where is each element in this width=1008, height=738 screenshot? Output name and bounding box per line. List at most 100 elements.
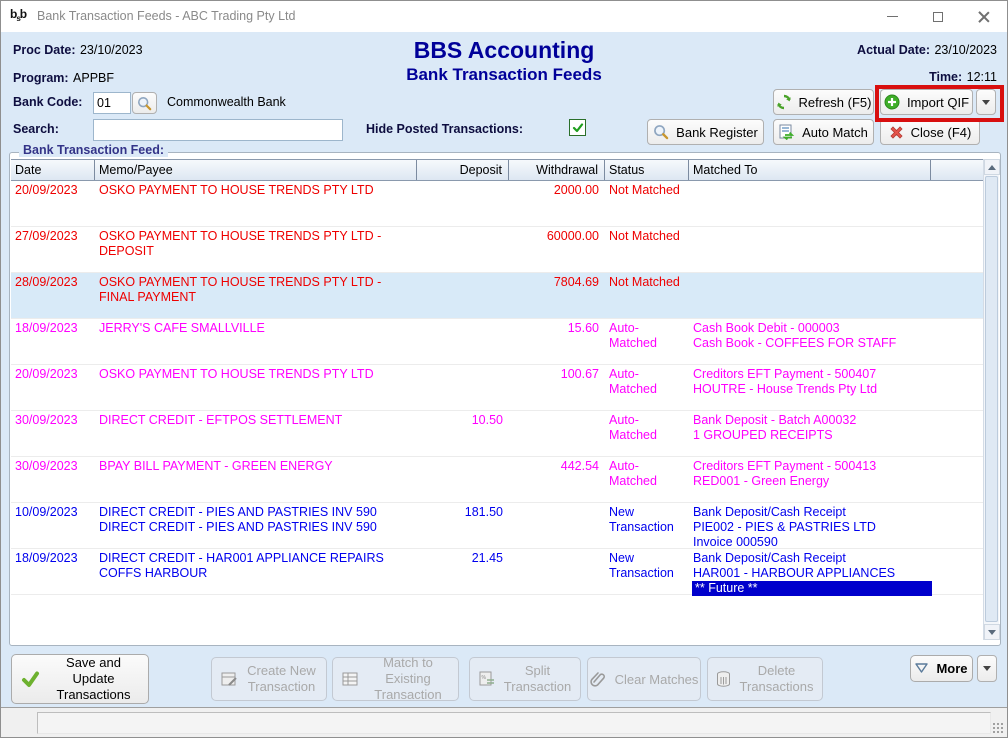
cell-withdrawal — [509, 549, 605, 594]
table-row[interactable]: 30/09/2023BPAY BILL PAYMENT - GREEN ENER… — [11, 457, 985, 503]
auto-match-button[interactable]: Auto Match — [773, 119, 874, 145]
table-row[interactable]: 30/09/2023DIRECT CREDIT - EFTPOS SETTLEM… — [11, 411, 985, 457]
hide-posted-label: Hide Posted Transactions: — [366, 122, 523, 136]
table-header: DateMemo/PayeeDepositWithdrawalStatusMat… — [11, 159, 985, 181]
table-row[interactable]: 28/09/2023OSKO PAYMENT TO HOUSE TRENDS P… — [11, 273, 985, 319]
status-panel — [37, 712, 991, 734]
cell-withdrawal: 15.60 — [509, 319, 605, 364]
refresh-label: Refresh (F5) — [799, 95, 872, 110]
status-bar — [1, 707, 1007, 737]
delete-transactions-button[interactable]: Delete Transactions — [707, 657, 823, 701]
magnifier-icon — [137, 96, 152, 111]
cell-withdrawal: 442.54 — [509, 457, 605, 502]
clear-matches-button[interactable]: Clear Matches — [587, 657, 701, 701]
close-f4-label: Close (F4) — [911, 125, 972, 140]
refresh-button[interactable]: Refresh (F5) — [773, 89, 874, 115]
table-row[interactable]: 10/09/2023DIRECT CREDIT - PIES AND PASTR… — [11, 503, 985, 549]
column-header[interactable]: Date — [11, 160, 95, 180]
minimize-button[interactable] — [869, 1, 915, 32]
cell-memo: OSKO PAYMENT TO HOUSE TRENDS PTY LTD - F… — [95, 273, 417, 318]
cell-memo: OSKO PAYMENT TO HOUSE TRENDS PTY LTD - D… — [95, 227, 417, 272]
cell-matched-to: Bank Deposit/Cash ReceiptHAR001 - HARBOU… — [689, 549, 931, 594]
cell-withdrawal — [509, 503, 605, 548]
maximize-button[interactable] — [915, 1, 961, 32]
save-and-update-button[interactable]: Save and Update Transactions — [11, 654, 149, 704]
column-header[interactable]: Withdrawal — [509, 160, 605, 180]
cell-deposit — [417, 227, 509, 272]
match-to-existing-button[interactable]: Match to Existing Transaction — [332, 657, 459, 701]
save-and-update-label: Save and Update Transactions — [48, 655, 140, 703]
window-title: Bank Transaction Feeds - ABC Trading Pty… — [37, 9, 295, 23]
table-row[interactable]: 27/09/2023OSKO PAYMENT TO HOUSE TRENDS P… — [11, 227, 985, 273]
red-x-icon — [889, 125, 904, 140]
auto-match-icon — [779, 124, 795, 140]
cell-withdrawal: 100.67 — [509, 365, 605, 410]
cell-memo: JERRY'S CAFE SMALLVILLE — [95, 319, 417, 364]
vertical-scrollbar[interactable] — [983, 159, 999, 640]
time-label: Time: — [929, 70, 962, 84]
split-transaction-button[interactable]: % Split Transaction — [469, 657, 581, 701]
cell-status: Auto-Matched — [605, 365, 689, 410]
table-row[interactable]: 18/09/2023DIRECT CREDIT - HAR001 APPLIAN… — [11, 549, 985, 595]
table-row[interactable]: 20/09/2023OSKO PAYMENT TO HOUSE TRENDS P… — [11, 181, 985, 227]
bank-code-lookup-button[interactable] — [132, 92, 157, 114]
cell-deposit — [417, 365, 509, 410]
split-icon: % — [479, 671, 496, 688]
trash-icon — [716, 671, 731, 688]
bank-register-button[interactable]: Bank Register — [647, 119, 764, 145]
cell-memo: DIRECT CREDIT - PIES AND PASTRIES INV 59… — [95, 503, 417, 548]
cell-withdrawal: 60000.00 — [509, 227, 605, 272]
cell-date: 30/09/2023 — [11, 411, 95, 456]
cell-date: 20/09/2023 — [11, 181, 95, 226]
cell-date: 10/09/2023 — [11, 503, 95, 548]
cell-matched-to: Cash Book Debit - 000003Cash Book - COFF… — [689, 319, 931, 364]
resize-grip[interactable] — [992, 722, 1004, 734]
cell-status: Auto-Matched — [605, 319, 689, 364]
column-header[interactable]: Matched To — [689, 160, 931, 180]
close-f4-button[interactable]: Close (F4) — [880, 119, 980, 145]
more-button[interactable]: More — [910, 655, 973, 682]
cell-matched-to — [689, 273, 931, 318]
create-new-transaction-button[interactable]: Create New Transaction — [211, 657, 327, 701]
cell-memo: OSKO PAYMENT TO HOUSE TRENDS PTY LTD — [95, 365, 417, 410]
triangle-down-outline-icon — [915, 663, 928, 674]
split-transaction-label: Split Transaction — [504, 663, 572, 695]
create-new-transaction-label: Create New Transaction — [246, 663, 318, 695]
more-label: More — [936, 661, 967, 676]
cell-deposit — [417, 181, 509, 226]
scroll-up-button[interactable] — [984, 159, 1000, 175]
bank-transaction-feed-panel: DateMemo/PayeeDepositWithdrawalStatusMat… — [9, 152, 1001, 646]
match-existing-icon — [342, 671, 359, 688]
actual-date-label: Actual Date: — [857, 43, 930, 57]
bank-transaction-feeds-window: bsb Bank Transaction Feeds - ABC Trading… — [0, 0, 1008, 738]
close-window-button[interactable] — [961, 1, 1007, 32]
column-header[interactable]: Memo/Payee — [95, 160, 417, 180]
bank-code-input[interactable] — [93, 92, 131, 114]
cell-matched-to — [689, 181, 931, 226]
cell-deposit — [417, 273, 509, 318]
table-row[interactable]: 20/09/2023OSKO PAYMENT TO HOUSE TRENDS P… — [11, 365, 985, 411]
scroll-down-button[interactable] — [984, 624, 1000, 640]
cell-withdrawal — [509, 411, 605, 456]
cell-status: Not Matched — [605, 273, 689, 318]
more-dropdown-button[interactable] — [977, 655, 997, 682]
triangle-down-icon — [988, 630, 996, 635]
hide-posted-checkbox[interactable] — [569, 119, 586, 136]
search-input[interactable] — [93, 119, 343, 141]
column-header[interactable]: Deposit — [417, 160, 509, 180]
time-value: 12:11 — [967, 70, 997, 84]
cell-status: New Transaction — [605, 549, 689, 594]
delete-transactions-label: Delete Transactions — [739, 663, 815, 695]
scrollbar-thumb[interactable] — [985, 176, 998, 622]
column-header[interactable]: Status — [605, 160, 689, 180]
cell-date: 27/09/2023 — [11, 227, 95, 272]
maximize-icon — [933, 12, 943, 22]
cell-date: 18/09/2023 — [11, 549, 95, 594]
table-row[interactable]: 18/09/2023JERRY'S CAFE SMALLVILLE15.60Au… — [11, 319, 985, 365]
annotation-highlight-import-qif — [875, 85, 1004, 122]
cell-deposit: 181.50 — [417, 503, 509, 548]
table-body: 20/09/2023OSKO PAYMENT TO HOUSE TRENDS P… — [11, 181, 985, 633]
group-label: Bank Transaction Feed: — [19, 143, 168, 157]
cell-matched-to: Bank Deposit - Batch A000321 GROUPED REC… — [689, 411, 931, 456]
app-logo-icon: bsb — [10, 7, 30, 27]
